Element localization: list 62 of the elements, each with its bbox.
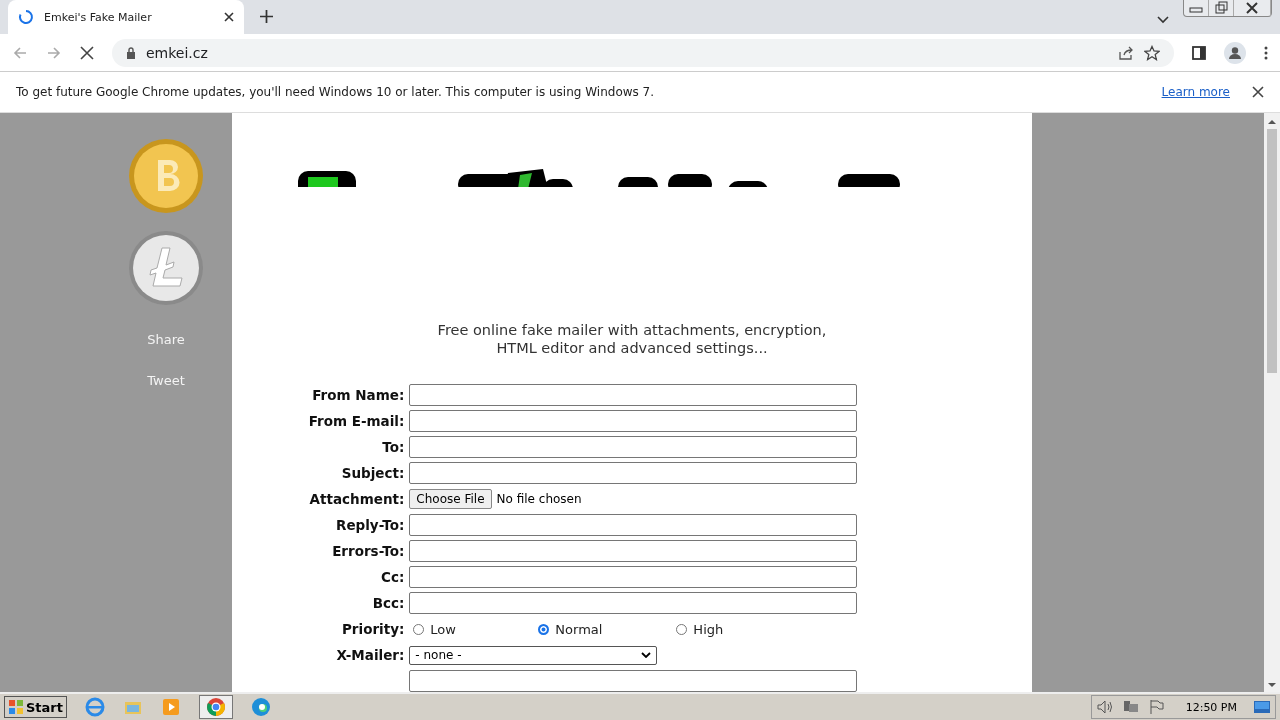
radio-button[interactable] (538, 623, 550, 635)
bitcoin-coin-icon[interactable] (128, 138, 204, 214)
forward-icon[interactable] (46, 44, 62, 61)
field-label: Bcc: (372, 595, 405, 611)
input-field[interactable] (409, 384, 858, 406)
address-bar[interactable]: emkei.cz (112, 38, 1174, 67)
scrollbar-thumb[interactable] (1267, 129, 1277, 373)
radio-label: High (693, 621, 724, 637)
file-status: No file chosen (496, 492, 582, 506)
field-label: Priority: (341, 621, 405, 637)
field-label: From Name: (312, 387, 405, 403)
clock: 12:50 PM (1185, 700, 1237, 714)
star-icon[interactable] (1144, 44, 1160, 61)
x-mailer-dropdown[interactable]: - none - (409, 645, 658, 665)
flag-icon[interactable] (1147, 699, 1166, 715)
scroll-up-icon[interactable] (1268, 119, 1276, 125)
stop-icon[interactable] (80, 45, 94, 60)
speaker-icon[interactable] (1095, 699, 1114, 715)
radio-button[interactable] (413, 623, 425, 635)
input-field[interactable] (409, 566, 858, 588)
field-label: From E-mail: (308, 413, 405, 429)
close-icon[interactable] (1252, 86, 1264, 98)
choose-file-button[interactable]: Choose File (409, 489, 492, 509)
close-icon[interactable] (224, 12, 234, 22)
windows-logo-icon (8, 699, 24, 715)
field-label: X-Mailer: (336, 647, 405, 663)
field-label: Reply-To: (336, 517, 405, 533)
lock-icon (126, 46, 136, 59)
browser-tab[interactable]: Emkei's Fake Mailer (8, 0, 244, 34)
browser-icon[interactable] (85, 697, 105, 717)
update-message: To get future Google Chrome updates, you'll need Windows 10 or later. This computer is using Windows 7. (16, 85, 655, 99)
input-field[interactable] (409, 410, 858, 432)
field-label: Subject: (341, 465, 405, 481)
chevron-down-icon[interactable] (1157, 16, 1169, 24)
start-button[interactable]: Start (4, 696, 67, 718)
input-field[interactable] (409, 514, 858, 536)
field-label: To: (382, 439, 405, 455)
field-label: Errors-To: (332, 543, 405, 559)
new-tab-icon[interactable] (260, 10, 273, 23)
profile-icon[interactable] (1224, 41, 1246, 64)
network-icon[interactable] (1121, 699, 1140, 715)
scroll-down-icon[interactable] (1268, 682, 1276, 688)
field-label: Attachment: (309, 491, 405, 507)
tagline: Free online fake mailer with attachments, encryption, HTML editor and advanced settings... (437, 321, 827, 357)
radio-label: Normal (555, 621, 603, 637)
learn-more-link[interactable]: Learn more (1161, 85, 1230, 99)
radio-button[interactable] (676, 623, 688, 635)
show-desktop-icon[interactable] (1253, 699, 1271, 715)
input-field[interactable] (409, 670, 858, 692)
radio-label: Low (430, 621, 456, 637)
caret-icon (641, 652, 652, 658)
input-field[interactable] (409, 436, 858, 458)
field-label: Cc: (381, 569, 405, 585)
input-field[interactable] (409, 540, 858, 562)
input-field[interactable] (409, 592, 858, 614)
side-panel-icon[interactable] (1192, 45, 1206, 60)
input-field[interactable] (409, 462, 858, 484)
chrome-taskbar-button[interactable] (199, 695, 233, 719)
back-icon[interactable] (12, 44, 28, 61)
share-icon[interactable] (1118, 44, 1134, 61)
menu-icon[interactable] (1264, 45, 1268, 60)
litecoin-coin-icon[interactable] (128, 230, 204, 306)
